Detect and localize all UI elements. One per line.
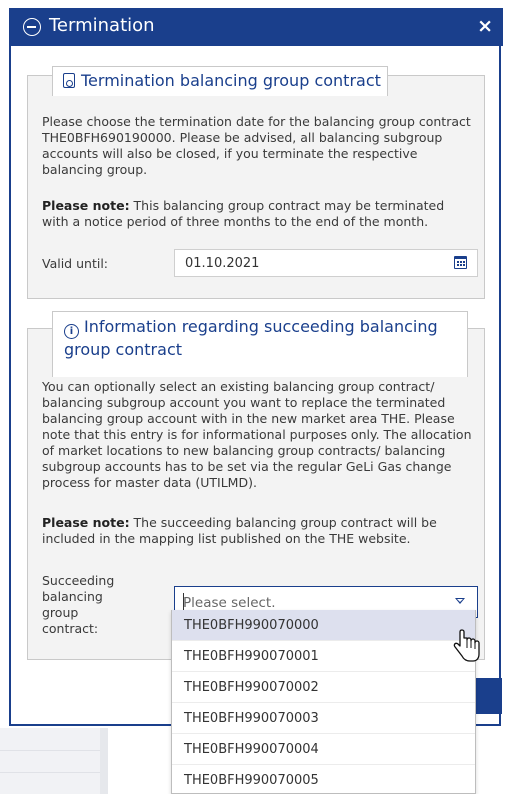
hand-cursor-icon: [453, 629, 480, 662]
close-button[interactable]: ×: [477, 15, 493, 37]
dropdown-option[interactable]: THE0BFH990070003: [172, 703, 475, 734]
panel-legend-text: Information regarding succeeding balanci…: [64, 317, 438, 359]
valid-until-label: Valid until:: [42, 256, 108, 271]
note-label: Please note:: [42, 198, 130, 213]
valid-until-date-field[interactable]: 01.10.2021: [174, 249, 478, 277]
succeeding-note: Please note: The succeeding balancing gr…: [42, 515, 472, 547]
calendar-icon[interactable]: [454, 256, 467, 269]
panel-legend: i Information regarding succeeding balanc…: [52, 311, 468, 377]
panel-legend: Termination balancing group contract: [52, 66, 388, 96]
succeeding-contract-label: Succeeding balancing group contract:: [42, 573, 115, 636]
dropdown-option[interactable]: THE0BFH990070005: [172, 765, 475, 793]
valid-until-value: 01.10.2021: [185, 256, 260, 271]
termination-description: Please choose the termination date for t…: [42, 114, 471, 177]
dropdown-option[interactable]: THE0BFH990070000: [172, 610, 475, 641]
modal-header: Termination ×: [9, 8, 503, 46]
succeeding-description: You can optionally select an existing ba…: [42, 379, 472, 490]
info-icon: i: [64, 324, 79, 339]
background-divider: [100, 728, 108, 794]
dropdown-option[interactable]: THE0BFH990070004: [172, 734, 475, 765]
modal-title: Termination: [49, 15, 155, 36]
collapse-circle-icon[interactable]: [23, 18, 41, 36]
termination-contract-panel: Termination balancing group contract Ple…: [27, 66, 485, 299]
text-caret: [183, 593, 184, 611]
document-icon: [63, 73, 75, 88]
background-sidebar: [0, 728, 100, 794]
panel-legend-text: Termination balancing group contract: [81, 71, 381, 90]
note-label: Please note:: [42, 515, 130, 530]
contract-dropdown-list[interactable]: THE0BFH990070000 THE0BFH990070001 THE0BF…: [171, 610, 476, 794]
chevron-down-icon[interactable]: [455, 598, 465, 604]
select-placeholder: Please select.: [183, 595, 276, 611]
dropdown-option[interactable]: THE0BFH990070002: [172, 672, 475, 703]
termination-note: Please note: This balancing group contra…: [42, 198, 472, 230]
dropdown-option[interactable]: THE0BFH990070001: [172, 641, 475, 672]
